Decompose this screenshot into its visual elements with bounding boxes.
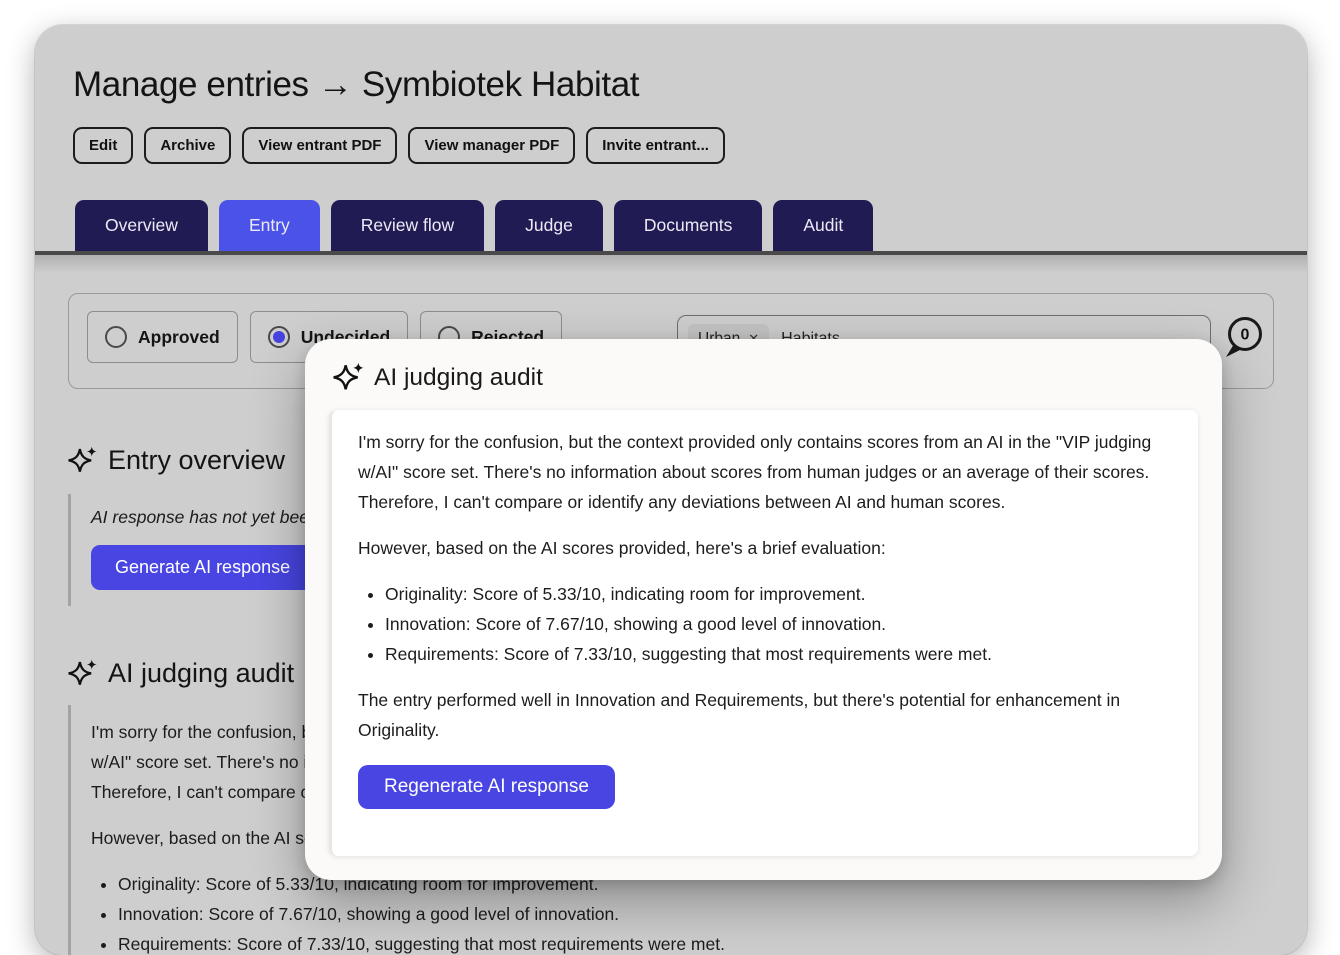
- page-title: Manage entries → Symbiotek Habitat: [73, 65, 1307, 105]
- score-item-innovation: Innovation: Score of 7.67/10, showing a …: [118, 899, 920, 929]
- ai-audit-paragraph-1: I'm sorry for the confusion, but the con…: [358, 427, 1176, 517]
- ai-audit-paragraph-2: However, based on the AI scores provided…: [358, 533, 1176, 563]
- tab-bar: Overview Entry Review flow Judge Documen…: [75, 200, 1307, 251]
- ai-audit-title: AI judging audit: [108, 658, 294, 689]
- tab-audit[interactable]: Audit: [773, 200, 873, 251]
- ai-response-text: I'm sorry for the confusion, but the con…: [358, 427, 1176, 745]
- tab-documents[interactable]: Documents: [614, 200, 763, 251]
- radio-undecided-circle[interactable]: [268, 326, 290, 348]
- action-button-row: Edit Archive View entrant PDF View manag…: [73, 127, 1307, 164]
- view-entrant-pdf-button[interactable]: View entrant PDF: [242, 127, 397, 164]
- sparkle-icon: [333, 362, 365, 394]
- generate-ai-response-button[interactable]: Generate AI response: [91, 545, 314, 590]
- entry-overview-title: Entry overview: [108, 445, 285, 476]
- sparkle-icon: [68, 659, 98, 689]
- radio-approved-circle[interactable]: [105, 326, 127, 348]
- ai-audit-modal: AI judging audit I'm sorry for the confu…: [305, 339, 1222, 880]
- tab-divider-shadow: [35, 255, 1307, 283]
- regenerate-ai-response-button[interactable]: Regenerate AI response: [358, 765, 615, 809]
- edit-button[interactable]: Edit: [73, 127, 133, 164]
- tab-overview[interactable]: Overview: [75, 200, 208, 251]
- score-item-innovation: Innovation: Score of 7.67/10, showing a …: [385, 609, 1176, 639]
- tab-entry[interactable]: Entry: [219, 200, 320, 251]
- screenshot-root: { "page": { "title": "Manage entries → S…: [0, 0, 1340, 927]
- radio-approved-label: Approved: [138, 327, 220, 348]
- ai-audit-score-list: Originality: Score of 5.33/10, indicatin…: [91, 869, 920, 955]
- tab-judge[interactable]: Judge: [495, 200, 603, 251]
- sparkle-icon: [68, 446, 98, 476]
- invite-entrant-button[interactable]: Invite entrant...: [586, 127, 725, 164]
- archive-button[interactable]: Archive: [144, 127, 231, 164]
- tab-review-flow[interactable]: Review flow: [331, 200, 484, 251]
- comments-button[interactable]: 0: [1221, 314, 1267, 360]
- comment-bubble-icon: 0: [1221, 314, 1267, 360]
- modal-title: AI judging audit: [374, 364, 543, 392]
- ai-audit-modal-heading: AI judging audit: [333, 362, 1198, 394]
- view-manager-pdf-button[interactable]: View manager PDF: [408, 127, 575, 164]
- score-item-requirements: Requirements: Score of 7.33/10, suggesti…: [385, 639, 1176, 669]
- radio-approved[interactable]: Approved: [87, 311, 238, 363]
- score-item-originality: Originality: Score of 5.33/10, indicatin…: [385, 579, 1176, 609]
- score-item-requirements: Requirements: Score of 7.33/10, suggesti…: [118, 929, 920, 955]
- ai-audit-modal-card: I'm sorry for the confusion, but the con…: [329, 410, 1198, 856]
- comment-count: 0: [1241, 327, 1250, 344]
- ai-audit-paragraph-3: The entry performed well in Innovation a…: [358, 685, 1176, 745]
- ai-audit-score-list: Originality: Score of 5.33/10, indicatin…: [358, 579, 1176, 669]
